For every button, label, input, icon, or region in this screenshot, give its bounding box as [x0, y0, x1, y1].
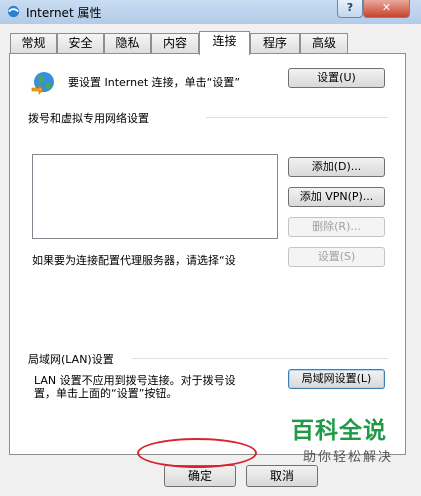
- proxy-text: 如果要为连接配置代理服务器，请选择“设: [32, 254, 236, 267]
- watermark-subtitle: 助你轻松解决: [303, 450, 394, 465]
- setup-button[interactable]: 设置(U): [288, 68, 385, 88]
- lan-text-line2: 置，单击上面的“设置”按钮。: [34, 387, 178, 400]
- ok-button[interactable]: 确定: [164, 465, 236, 487]
- tab-connections[interactable]: 连接: [199, 31, 250, 55]
- globe-icon: [31, 72, 54, 95]
- dialup-settings-button[interactable]: 设置(S): [288, 247, 385, 267]
- delete-button[interactable]: 删除(R)...: [288, 217, 385, 237]
- help-button[interactable]: ?: [337, 0, 363, 18]
- setup-text: 要设置 Internet 连接，单击“设置”: [68, 76, 241, 89]
- internet-explorer-icon: [7, 5, 20, 18]
- tab-security[interactable]: 安全: [57, 33, 104, 53]
- window-title: Internet 属性: [26, 6, 102, 20]
- tab-programs[interactable]: 程序: [250, 33, 300, 53]
- group-divider: [206, 117, 388, 118]
- tab-advanced[interactable]: 高级: [300, 33, 348, 53]
- group-divider: [132, 358, 388, 359]
- lan-settings-button[interactable]: 局域网设置(L): [288, 369, 385, 389]
- title-bar: Internet 属性 ? ✕: [0, 0, 421, 25]
- watermark: 百科全说 助你轻松解决: [291, 411, 413, 471]
- close-button[interactable]: ✕: [363, 0, 410, 18]
- watermark-title: 百科全说: [291, 418, 387, 444]
- dialup-group-title: 拨号和虚拟专用网络设置: [28, 112, 149, 125]
- tab-content[interactable]: 内容: [151, 33, 199, 53]
- connections-panel: 要设置 Internet 连接，单击“设置” 设置(U) 拨号和虚拟专用网络设置…: [9, 53, 406, 455]
- tab-general[interactable]: 常规: [10, 33, 57, 53]
- lan-group-title: 局域网(LAN)设置: [28, 353, 114, 366]
- annotation-ellipse: [137, 438, 257, 468]
- add-vpn-button[interactable]: 添加 VPN(P)...: [288, 187, 385, 207]
- tab-privacy[interactable]: 隐私: [104, 33, 151, 53]
- connections-list[interactable]: [32, 154, 278, 239]
- add-button[interactable]: 添加(D)...: [288, 157, 385, 177]
